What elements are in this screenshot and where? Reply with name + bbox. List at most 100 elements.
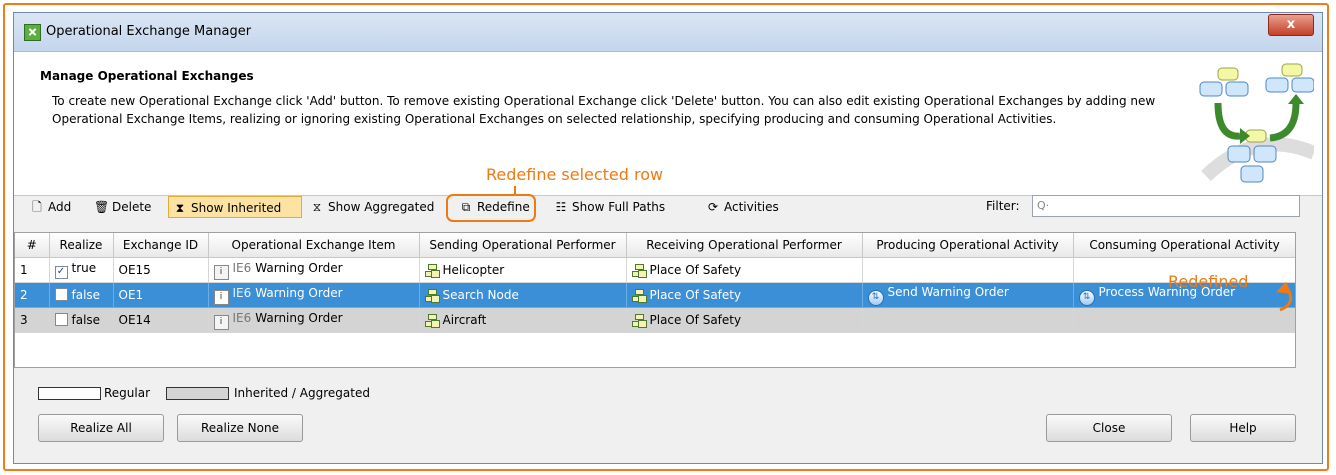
table-row-selected[interactable]: 2 false OE1 i IE6 Warning Order Search Nod… (15, 282, 1295, 308)
sending-performer-name: Helicopter (442, 263, 505, 277)
filter-label: Filter: (986, 199, 1020, 213)
column-header-exchange-item[interactable]: Operational Exchange Item (208, 233, 420, 258)
realize-checkbox[interactable] (54, 288, 68, 301)
sending-performer-cell[interactable]: Aircraft (419, 307, 627, 333)
exchange-id-cell[interactable]: OE15 (113, 257, 209, 283)
realize-cell[interactable]: false (49, 307, 114, 333)
show-inherited-label: Show Inherited (191, 201, 282, 215)
realize-value: true (71, 261, 97, 275)
regular-swatch (38, 387, 101, 400)
show-aggregated-toggle[interactable]: ⧖ Show Aggregated (306, 196, 438, 218)
table-row[interactable]: 1 ✓ true OE15 i IE6 Warning Order Helicopte… (15, 257, 1295, 283)
receiving-performer-name: Place Of Safety (649, 288, 742, 302)
sending-performer-cell[interactable]: Search Node (419, 282, 627, 308)
column-header-exchange-id[interactable]: Exchange ID (113, 233, 209, 258)
consuming-activity-cell[interactable] (1073, 307, 1295, 333)
receiving-performer-name: Place Of Safety (649, 313, 742, 327)
sending-performer-cell[interactable]: Helicopter (419, 257, 627, 283)
table-header: # Realize Exchange ID Operational Exchan… (15, 233, 1295, 258)
legend-regular: Regular (104, 386, 151, 400)
receiving-performer-cell[interactable]: Place Of Safety (626, 282, 863, 308)
information-item-icon: i (213, 314, 229, 330)
add-button[interactable]: 🗋 Add (26, 196, 75, 218)
item-prefix: IE6 (232, 285, 252, 300)
trash-icon: 🗑 (94, 200, 110, 214)
show-aggregated-label: Show Aggregated (328, 200, 435, 214)
item-prefix: IE6 (232, 310, 252, 325)
producing-activity-cell[interactable]: ⇅ Send Warning Order (862, 282, 1074, 308)
realize-checkbox[interactable]: ✓ (54, 266, 68, 279)
close-button[interactable]: Close (1046, 414, 1172, 442)
realize-cell[interactable]: ✓ true (49, 257, 114, 283)
performer-icon (631, 264, 646, 277)
realize-checkbox[interactable] (54, 313, 68, 326)
header-description: To create new Operational Exchange click… (52, 94, 1156, 126)
information-item-icon: i (213, 264, 229, 280)
activities-button[interactable]: ⟳ Activities (702, 196, 783, 218)
exchange-item-cell[interactable]: i IE6 Warning Order (208, 307, 420, 333)
column-header-consuming-activity[interactable]: Consuming Operational Activity (1073, 233, 1295, 258)
performer-icon (424, 289, 439, 302)
item-name: Warning Order (255, 310, 343, 325)
redefine-highlight-ring (446, 194, 536, 222)
activity-icon: ⇅ (867, 289, 884, 306)
redefined-annotation: Redefined (1168, 272, 1249, 291)
realize-all-button[interactable]: Realize All (38, 414, 164, 442)
paths-icon: ☷ (555, 200, 567, 214)
sending-performer-name: Search Node (442, 288, 519, 302)
new-document-icon: 🗋 (32, 200, 42, 214)
activity-icon: ⇅ (1078, 289, 1095, 306)
performer-icon (424, 264, 439, 277)
receiving-performer-name: Place Of Safety (649, 263, 742, 277)
show-full-paths-toggle[interactable]: ☷ Show Full Paths (550, 196, 669, 218)
exchange-item-cell[interactable]: i IE6 Warning Order (208, 282, 420, 308)
exchange-table: # Realize Exchange ID Operational Exchan… (14, 232, 1296, 368)
activities-icon: ⟳ (707, 200, 719, 214)
column-header-number[interactable]: # (15, 233, 50, 258)
item-name: Warning Order (255, 260, 343, 275)
row-number: 3 (15, 307, 50, 333)
performer-icon (631, 314, 646, 327)
exchange-illustration-icon (1199, 63, 1314, 183)
producing-activity-cell[interactable] (862, 257, 1074, 283)
exchange-id-cell[interactable]: OE14 (113, 307, 209, 333)
table-row-inherited[interactable]: 3 false OE14 i IE6 Warning Order Aircraft … (15, 307, 1295, 333)
information-item-icon: i (213, 289, 229, 305)
column-header-producing-activity[interactable]: Producing Operational Activity (862, 233, 1074, 258)
realize-value: false (71, 313, 101, 327)
window-title: Operational Exchange Manager (46, 24, 252, 39)
realize-none-button[interactable]: Realize None (177, 414, 303, 442)
show-inherited-toggle[interactable]: ⧗ Show Inherited (168, 196, 302, 218)
delete-button[interactable]: 🗑 Delete (90, 196, 155, 218)
exchange-item-cell[interactable]: i IE6 Warning Order (208, 257, 420, 283)
producing-activity-cell[interactable] (862, 307, 1074, 333)
activities-label: Activities (724, 200, 779, 214)
window-close-button[interactable]: x (1268, 14, 1314, 36)
inheritance-icon: ⧗ (175, 201, 185, 215)
app-icon (24, 24, 41, 41)
column-header-receiving-performer[interactable]: Receiving Operational Performer (626, 233, 863, 258)
exchange-id-cell[interactable]: OE1 (113, 282, 209, 308)
row-number: 2 (15, 282, 50, 308)
realize-value: false (71, 288, 101, 302)
legend-inherited: Inherited / Aggregated (234, 386, 370, 400)
filter-input[interactable]: Q· (1032, 195, 1300, 217)
row-number: 1 (15, 257, 50, 283)
redefined-arrow-icon (1276, 282, 1293, 312)
item-name: Warning Order (255, 285, 343, 300)
help-button[interactable]: Help (1190, 414, 1296, 442)
column-header-realize[interactable]: Realize (49, 233, 114, 258)
inherited-swatch (166, 387, 229, 400)
sending-performer-name: Aircraft (442, 313, 487, 327)
header-panel: Manage Operational Exchanges To create n… (14, 52, 1322, 196)
column-header-sending-performer[interactable]: Sending Operational Performer (419, 233, 627, 258)
producing-activity-name: Send Warning Order (887, 284, 1009, 299)
title-bar: Operational Exchange Manager x (14, 13, 1322, 52)
add-label: Add (48, 200, 72, 214)
delete-label: Delete (112, 200, 152, 214)
receiving-performer-cell[interactable]: Place Of Safety (626, 307, 863, 333)
item-prefix: IE6 (232, 260, 252, 275)
realize-cell[interactable]: false (49, 282, 114, 308)
header-title: Manage Operational Exchanges (40, 69, 254, 83)
receiving-performer-cell[interactable]: Place Of Safety (626, 257, 863, 283)
